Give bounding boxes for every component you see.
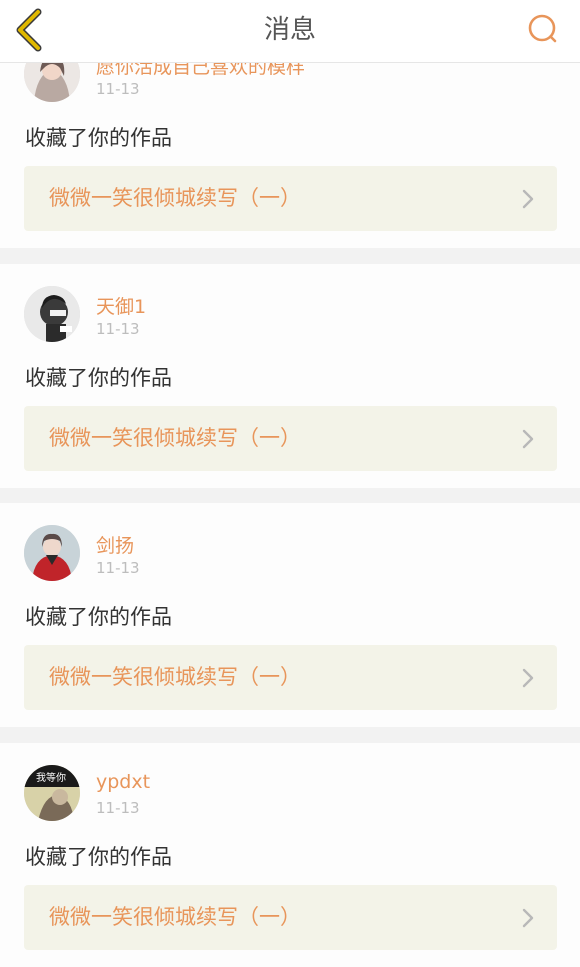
chevron-right-icon bbox=[522, 668, 534, 688]
timestamp: 11-13 bbox=[96, 559, 140, 577]
work-link[interactable]: 微微一笑很倾城续写（一） bbox=[24, 645, 557, 710]
notification-card: 我等你 ypdxt 11-13 收藏了你的作品 微微一笑很倾城续写（一） bbox=[0, 743, 580, 967]
username[interactable]: 剑扬 bbox=[96, 531, 134, 558]
avatar[interactable] bbox=[24, 525, 80, 581]
timestamp: 11-13 bbox=[96, 799, 140, 817]
notification-card: 天御1 11-13 收藏了你的作品 微微一笑很倾城续写（一） bbox=[0, 264, 580, 488]
work-title: 微微一笑很倾城续写（一） bbox=[49, 665, 301, 689]
avatar-text: 我等你 bbox=[36, 771, 66, 784]
action-text: 收藏了你的作品 bbox=[25, 605, 172, 629]
action-text: 收藏了你的作品 bbox=[25, 126, 172, 150]
top-bar: 消息 bbox=[0, 0, 580, 63]
search-icon bbox=[528, 14, 557, 43]
username[interactable]: 天御1 bbox=[96, 292, 146, 319]
action-text: 收藏了你的作品 bbox=[25, 845, 172, 869]
work-title: 微微一笑很倾城续写（一） bbox=[49, 186, 301, 210]
work-link[interactable]: 微微一笑很倾城续写（一） bbox=[24, 166, 557, 231]
notification-card: 剑扬 11-13 收藏了你的作品 微微一笑很倾城续写（一） bbox=[0, 503, 580, 727]
username[interactable]: ypdxt bbox=[96, 771, 150, 793]
work-title: 微微一笑很倾城续写（一） bbox=[49, 905, 301, 929]
page-title: 消息 bbox=[263, 15, 316, 45]
chevron-right-icon bbox=[522, 429, 534, 449]
work-title: 微微一笑很倾城续写（一） bbox=[49, 426, 301, 450]
action-text: 收藏了你的作品 bbox=[25, 366, 172, 390]
avatar[interactable] bbox=[24, 286, 80, 342]
work-link[interactable]: 微微一笑很倾城续写（一） bbox=[24, 406, 557, 471]
chevron-right-icon bbox=[522, 908, 534, 928]
timestamp: 11-13 bbox=[96, 320, 140, 338]
work-link[interactable]: 微微一笑很倾城续写（一） bbox=[24, 885, 557, 950]
search-button[interactable] bbox=[524, 10, 564, 50]
chevron-right-icon bbox=[522, 189, 534, 209]
timestamp: 11-13 bbox=[96, 80, 140, 98]
avatar[interactable]: 我等你 bbox=[24, 765, 80, 821]
